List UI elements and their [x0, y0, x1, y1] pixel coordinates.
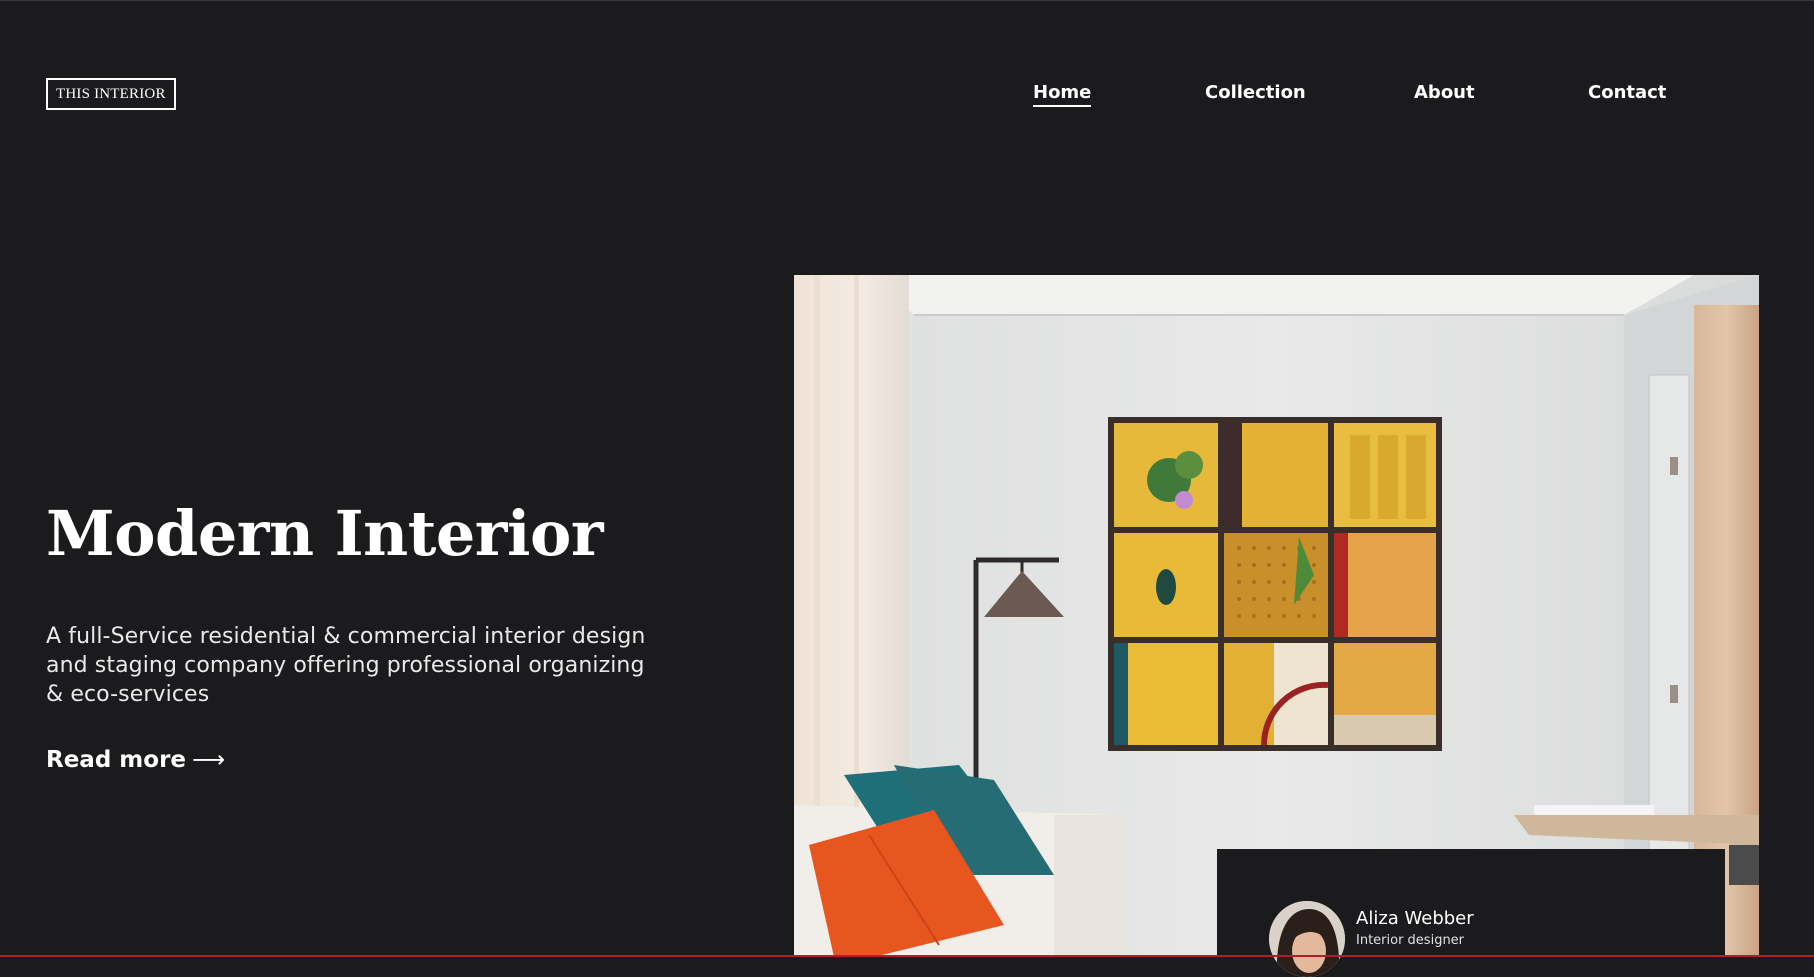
site-logo[interactable]: THIS INTERIOR: [46, 78, 176, 110]
site-header: THIS INTERIOR Home Collection About Cont…: [0, 0, 1814, 190]
designer-role: Interior designer: [1356, 933, 1465, 948]
nav-link-collection[interactable]: Collection: [1205, 82, 1306, 104]
designer-avatar: [1269, 901, 1345, 977]
designer-card: Aliza Webber Interior designer: [1217, 849, 1725, 977]
read-more-label: Read more: [46, 747, 187, 773]
read-more-link[interactable]: Read more ⟶: [46, 746, 225, 774]
hero-description: A full-Service residential & commercial …: [46, 624, 646, 707]
nav-link-about[interactable]: About: [1414, 82, 1475, 104]
long-arrow-right-icon: ⟶: [192, 747, 225, 773]
nav-link-contact[interactable]: Contact: [1588, 82, 1666, 104]
nav-link-home[interactable]: Home: [1033, 82, 1092, 107]
designer-name: Aliza Webber: [1356, 908, 1474, 929]
hero-title: Modern Interior: [46, 497, 604, 570]
